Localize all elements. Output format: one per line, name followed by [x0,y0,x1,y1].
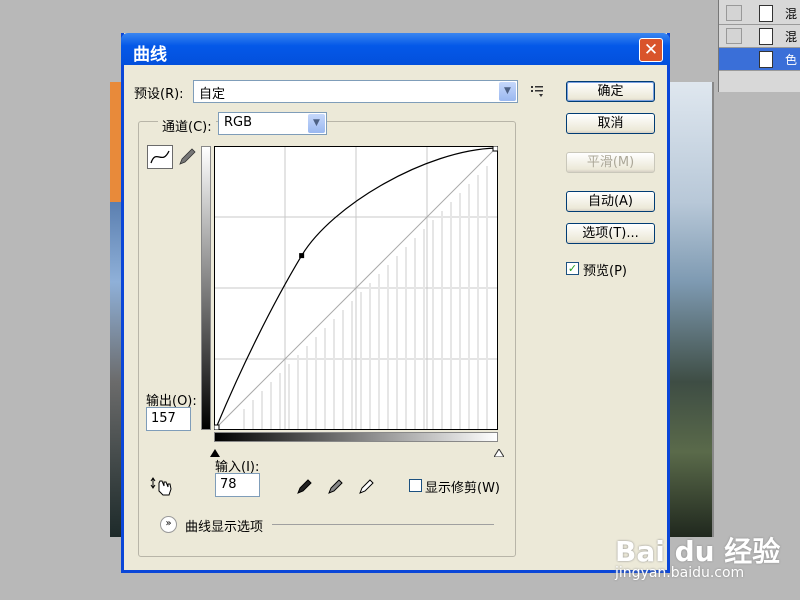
gray-eyedropper[interactable] [326,477,346,495]
layer-name: 色 [785,53,798,67]
preview-label: 预览(P) [583,264,627,279]
eyedropper-gray-icon [328,479,343,494]
channel-label: 通道(C): [158,116,216,135]
show-clipping-checkbox[interactable] [409,479,422,492]
ok-button[interactable]: 确定 [566,81,655,102]
divider [272,524,494,525]
curve-options-label: 曲线显示选项 [185,520,264,535]
layer-name: 混 [785,7,798,21]
layer-row[interactable]: 混 [719,25,800,48]
double-chevron-down-icon: » [165,518,172,529]
options-button[interactable]: 选项(T)... [566,223,655,244]
hand-icon [150,477,172,496]
curve-graph[interactable] [214,146,498,430]
curve-endpoint-black [214,424,220,430]
layer-icon [759,51,773,68]
close-icon: ✕ [643,40,659,60]
eyedropper-white-icon [359,479,374,494]
on-image-adjust-tool[interactable] [149,475,173,497]
close-button[interactable]: ✕ [639,38,663,62]
title-bar[interactable] [121,33,670,65]
visibility-toggle[interactable] [726,5,742,21]
white-eyedropper[interactable] [357,477,377,495]
preview-checkbox[interactable]: ✓ [566,262,579,275]
visibility-toggle[interactable] [726,28,742,44]
channel-value: RGB [224,115,253,130]
preset-label: 预设(R): [134,87,184,102]
channel-select[interactable]: RGB ▼ [218,112,327,135]
pencil-icon [179,148,196,165]
output-field[interactable]: 157 [146,407,191,431]
show-clipping-label: 显示修剪(W) [425,481,500,496]
preset-select[interactable]: 自定 ▼ [193,80,518,103]
visibility-toggle[interactable] [726,51,742,67]
cancel-button[interactable]: 取消 [566,113,655,134]
layer-row-selected[interactable]: 色 [719,48,800,71]
curve-icon [150,150,170,164]
layer-row[interactable]: 混 [719,2,800,25]
input-gradient-bar [214,432,498,442]
white-point-slider[interactable] [493,446,505,460]
curve-control-point [299,253,305,259]
pencil-tool[interactable] [175,145,201,169]
smooth-button[interactable]: 平滑(M) [566,152,655,173]
preset-value: 自定 [199,87,226,102]
input-field[interactable]: 78 [215,473,260,497]
eyedropper-black-icon [297,479,312,494]
watermark-url: jingyan.baidu.com [615,565,745,581]
watermark-logo: Bai du 经验 [615,535,781,568]
layer-icon [759,28,773,45]
layer-icon [759,5,773,22]
chevron-down-icon: ▼ [308,114,325,133]
layer-name: 混 [785,30,798,44]
black-eyedropper[interactable] [295,477,315,495]
curve-endpoint-white [492,146,498,152]
output-gradient-bar [201,146,211,430]
curve-point-tool[interactable] [147,145,173,169]
list-menu-icon[interactable] [530,84,546,98]
dialog-title: 曲线 [133,45,167,65]
expand-options-button[interactable]: » [160,516,177,533]
layers-panel: 混 混 色 [718,0,800,92]
chevron-down-icon: ▼ [499,82,516,101]
auto-button[interactable]: 自动(A) [566,191,655,212]
